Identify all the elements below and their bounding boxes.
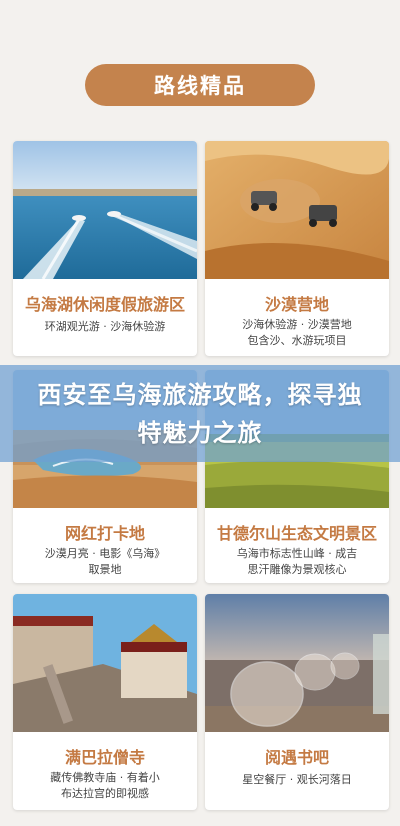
card-description: 星空餐厅 · 观长河落日 — [242, 773, 352, 786]
card-description: 环湖观光游 · 沙海休验游 — [44, 320, 166, 333]
section-title-pill: 路线精品 — [85, 64, 315, 106]
card-description: 沙漠月亮 · 电影《乌海》 取景地 — [44, 547, 166, 576]
card-name: 甘德尔山生态文明景区 — [216, 524, 377, 543]
lake-speedboat-photo — [13, 141, 197, 279]
card-name: 沙漠营地 — [264, 295, 329, 314]
route-card-manbalaseng-temple[interactable]: 满巴拉僧寺 藏传佛教寺庙 · 有着小 布达拉宫的即视感 — [13, 594, 197, 810]
card-description: 藏传佛教寺庙 · 有着小 布达拉宫的即视感 — [50, 771, 160, 800]
route-card-wuhai-lake[interactable]: 乌海湖休闲度假旅游区 环湖观光游 · 沙海休验游 — [13, 141, 197, 356]
desert-offroad-photo — [205, 141, 389, 279]
article-title-banner: 西安至乌海旅游攻略，探寻独特魅力之旅 — [0, 365, 400, 462]
card-name: 乌海湖休闲度假旅游区 — [24, 295, 185, 314]
card-description: 沙海休验游 · 沙漠营地 包含沙、水游玩项目 — [242, 318, 352, 347]
card-description: 乌海市标志性山峰 · 成吉 思汗雕像为景观核心 — [236, 547, 358, 576]
route-page: 路线精品 乌海湖休闲度假旅游区 环湖观光游 · 沙海休验游 沙漠营地 沙海休验游… — [0, 0, 400, 826]
card-name: 网红打卡地 — [64, 524, 145, 543]
route-card-yueyu-bookbar[interactable]: 阅遇书吧 星空餐厅 · 观长河落日 — [205, 594, 389, 810]
card-name: 满巴拉僧寺 — [64, 748, 145, 767]
card-name: 阅遇书吧 — [264, 748, 329, 767]
article-title: 西安至乌海旅游攻略，探寻独特魅力之旅 — [37, 380, 363, 447]
route-card-desert-camp[interactable]: 沙漠营地 沙海休验游 · 沙漠营地 包含沙、水游玩项目 — [205, 141, 389, 356]
dome-restaurant-photo — [205, 594, 389, 732]
temple-photo — [13, 594, 197, 732]
section-title: 路线精品 — [154, 74, 246, 98]
